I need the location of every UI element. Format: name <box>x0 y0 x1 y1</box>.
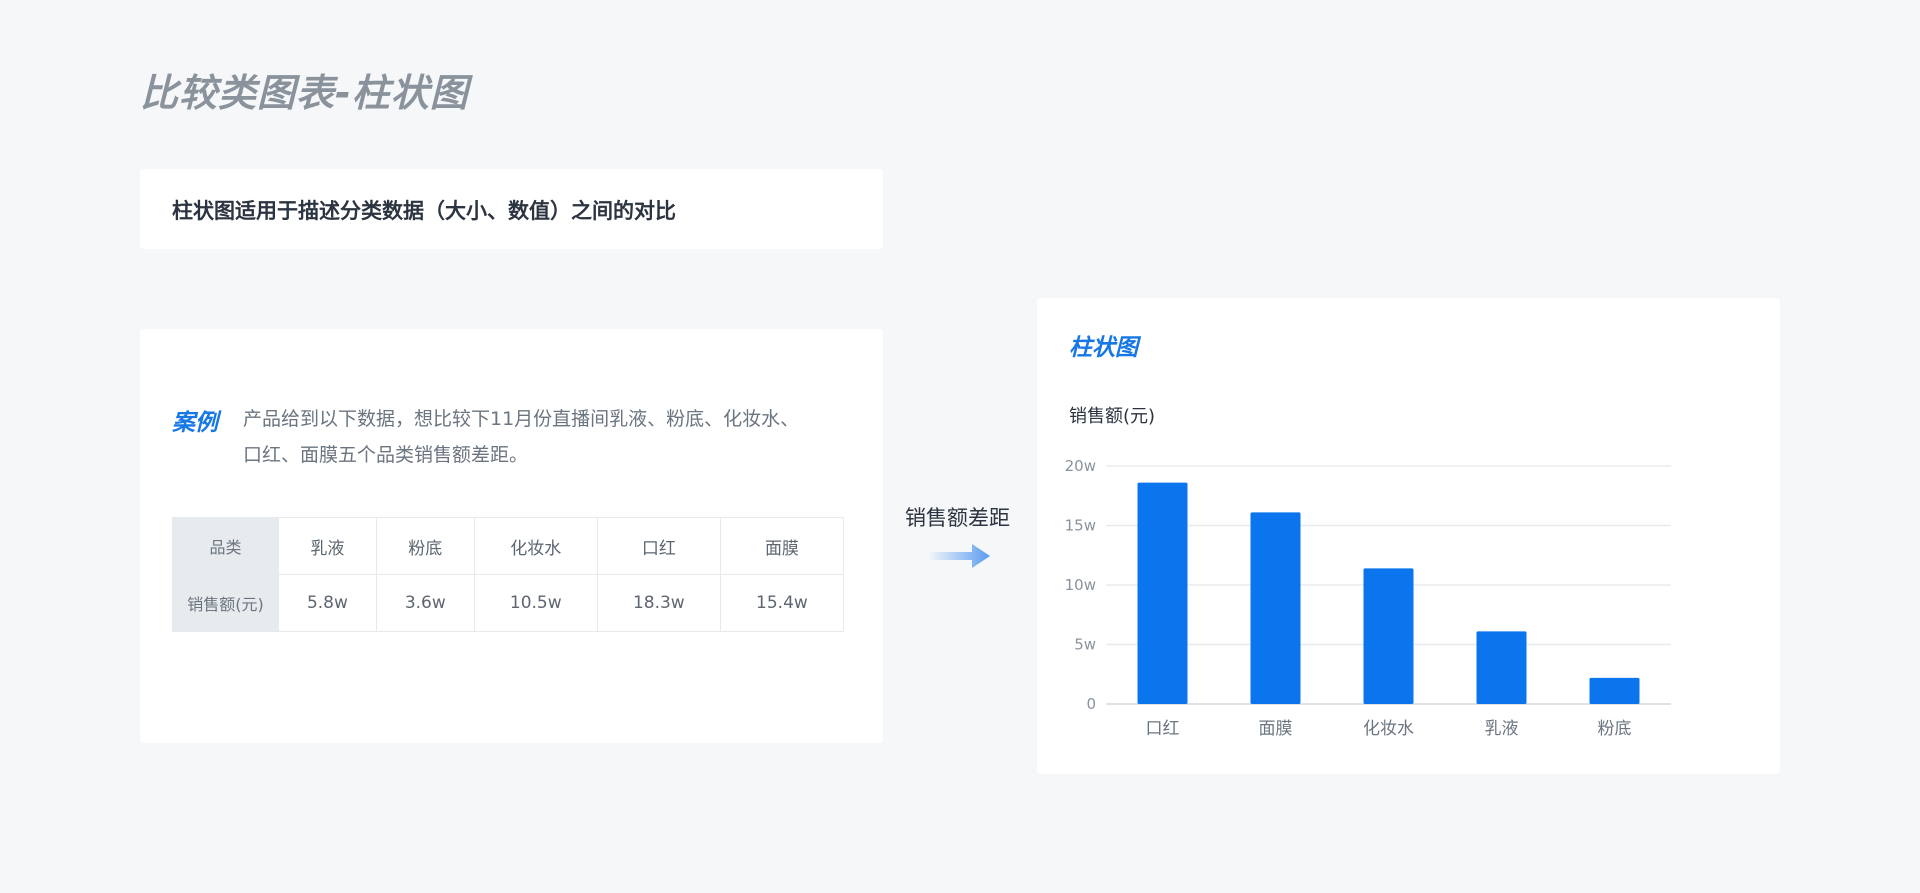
bar-chart: 0 5w 10w 15w 20w 口红 面膜 化妆水 乳液 粉底 <box>1065 457 1671 739</box>
table-cell: 粉底 <box>375 517 475 575</box>
x-tick-label: 面膜 <box>1259 719 1293 739</box>
y-tick-label: 20w <box>1065 457 1096 475</box>
table-cell: 10.5w <box>473 574 598 632</box>
arrow-label: 销售额差距 <box>905 506 1010 530</box>
case-card: 案例 产品给到以下数据，想比较下11月份直播间乳液、粉底、化妆水、口红、面膜五个… <box>140 329 883 743</box>
table-cell: 口红 <box>596 517 721 575</box>
description-card: 柱状图适用于描述分类数据（大小、数值）之间的对比 <box>140 169 883 249</box>
case-text: 产品给到以下数据，想比较下11月份直播间乳液、粉底、化妆水、口红、面膜五个品类销… <box>243 408 800 466</box>
description-text: 柱状图适用于描述分类数据（大小、数值）之间的对比 <box>172 199 676 223</box>
y-tick-label: 15w <box>1065 517 1096 535</box>
table-cell: 乳液 <box>278 517 377 575</box>
y-tick-label: 10w <box>1065 576 1096 594</box>
table-header-cell: 品类 <box>172 517 279 575</box>
x-tick-label: 化妆水 <box>1363 719 1414 739</box>
x-tick-label: 粉底 <box>1598 719 1632 739</box>
table-cell: 5.8w <box>278 574 377 632</box>
table-cell: 18.3w <box>596 574 721 632</box>
bar <box>1250 512 1301 704</box>
table-cell: 面膜 <box>719 517 845 575</box>
table-cell: 15.4w <box>719 574 845 632</box>
table-header-cell: 销售额(元) <box>172 574 279 632</box>
x-tick-label: 口红 <box>1146 719 1180 739</box>
table-row: 品类 乳液 粉底 化妆水 口红 面膜 <box>172 517 845 575</box>
arrow-right-icon <box>928 544 990 568</box>
chart-card: 柱状图 销售额(元) 0 5w 10w 15w 20w 口红 面膜 化妆水 乳液 粉底 <box>1037 298 1780 774</box>
table-cell: 3.6w <box>375 574 475 632</box>
table-cell: 化妆水 <box>473 517 598 575</box>
table-row: 销售额(元) 5.8w 3.6w 10.5w 18.3w 15.4w <box>172 574 845 632</box>
page-title: 比较类图表-柱状图 <box>140 71 469 115</box>
sales-data-table: 品类 乳液 粉底 化妆水 口红 面膜 销售额(元) 5.8w 3.6w 10.5… <box>172 517 845 632</box>
case-label: 案例 <box>172 410 218 436</box>
bar <box>1137 482 1188 704</box>
bar <box>1476 631 1527 704</box>
bar <box>1363 568 1414 704</box>
bar <box>1589 677 1640 704</box>
x-tick-label: 乳液 <box>1485 719 1519 739</box>
y-tick-label: 0 <box>1086 695 1096 713</box>
y-tick-label: 5w <box>1074 636 1096 654</box>
